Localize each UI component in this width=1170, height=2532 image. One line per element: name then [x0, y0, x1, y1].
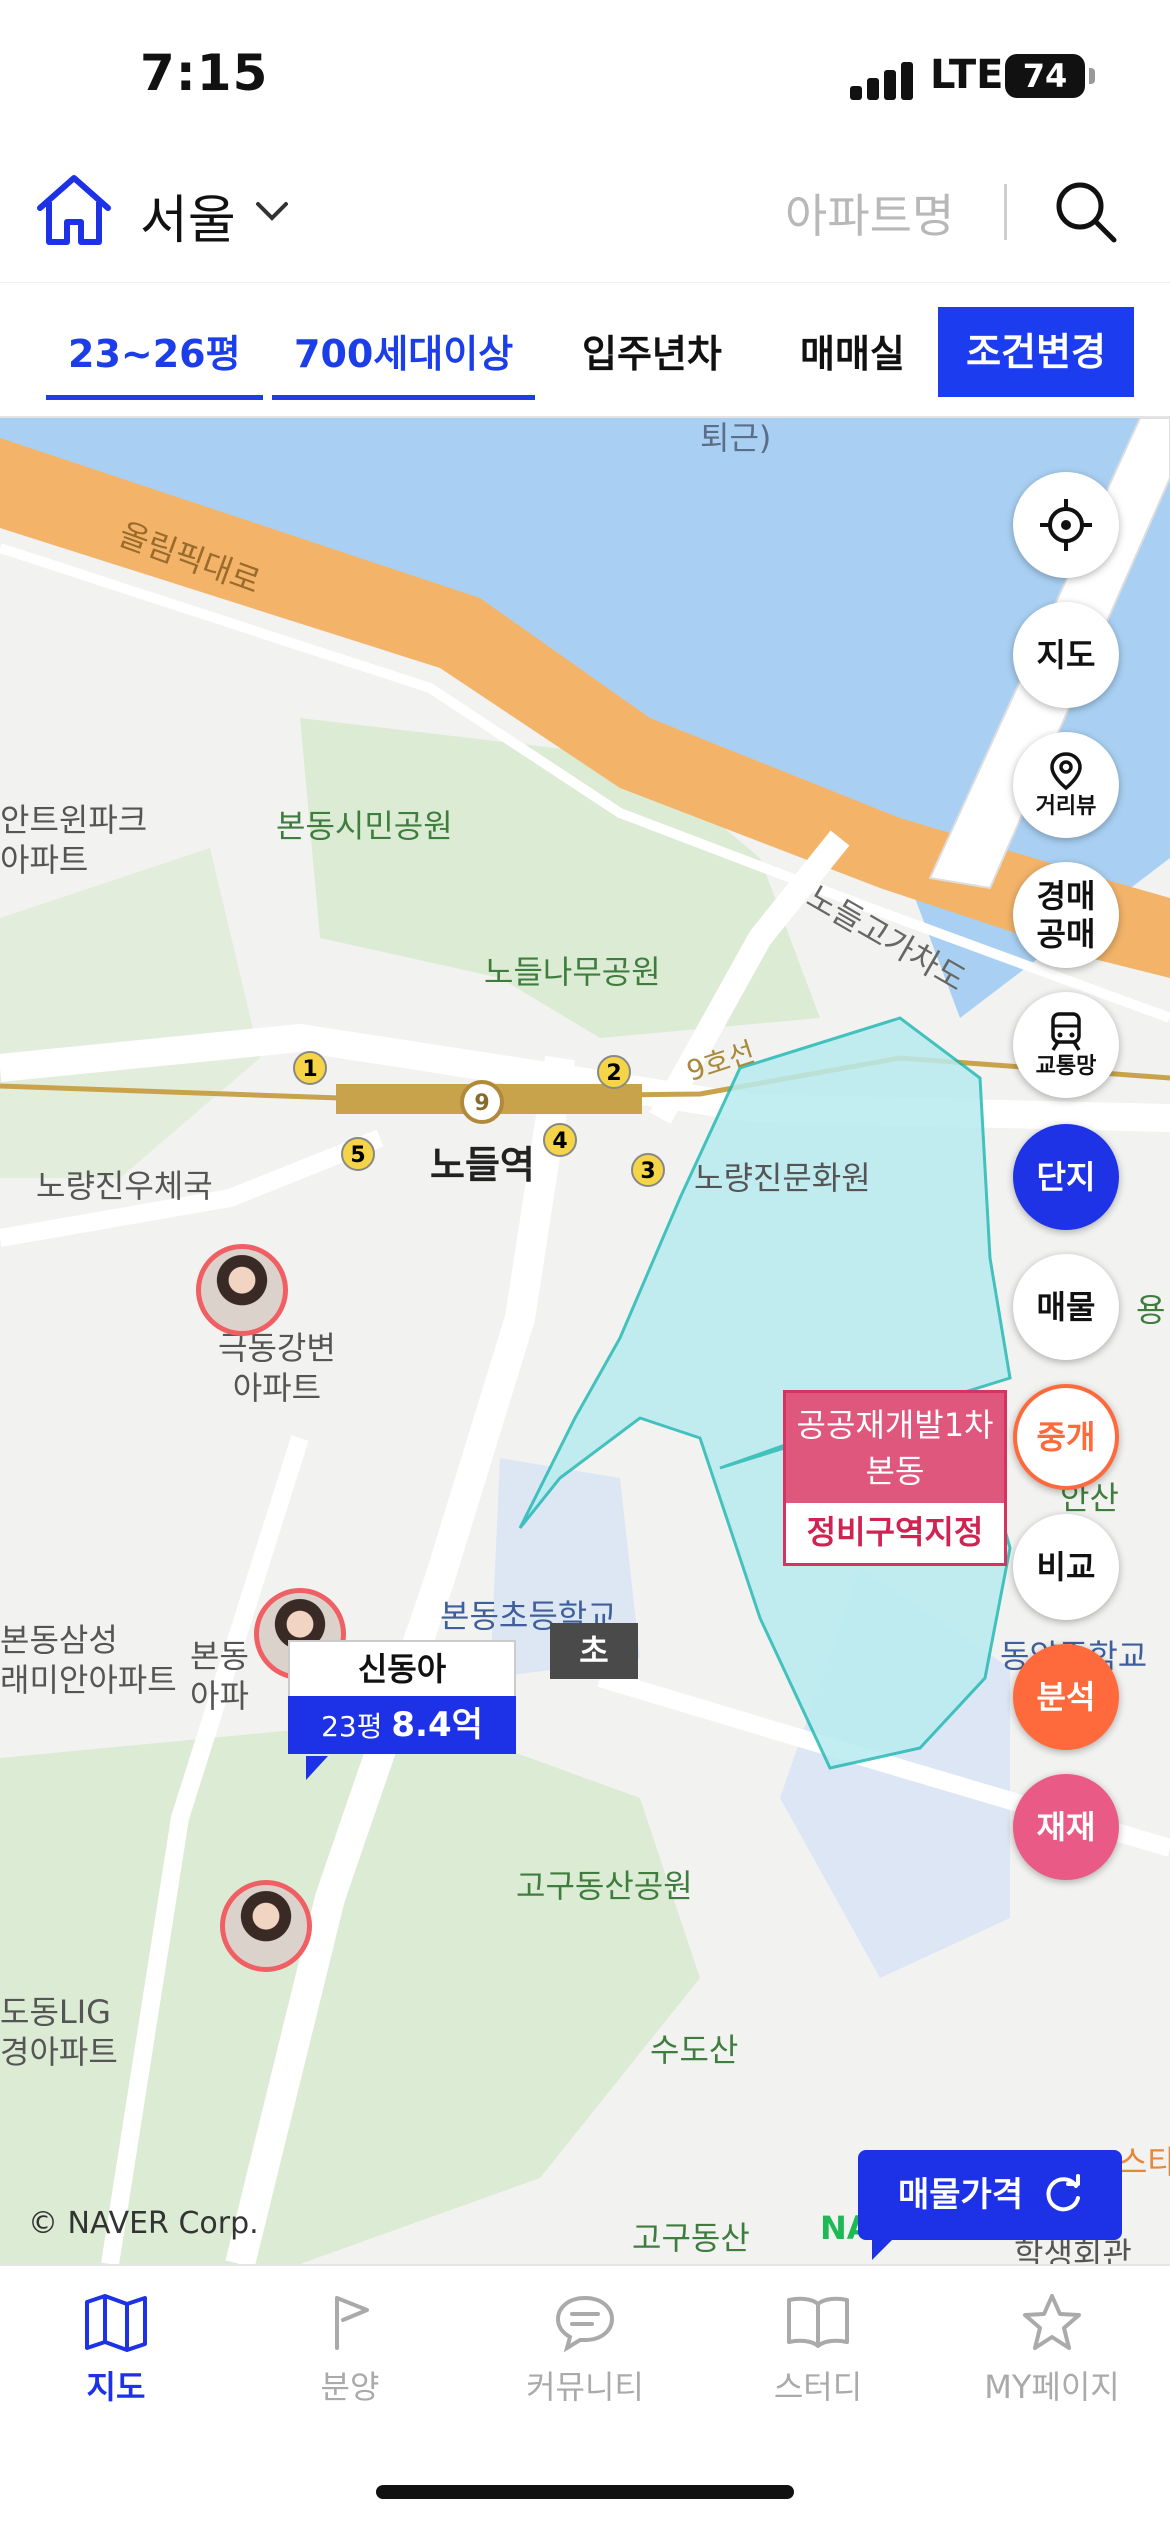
nav-study-label: 스터디 — [773, 2368, 863, 2406]
school-marker[interactable]: 초 — [550, 1623, 638, 1679]
map-view[interactable]: 올림픽대로 퇴근) 본동시민공원 노들나무공원 노들고가차도 9호선 노들역 노… — [0, 418, 1170, 2264]
change-condition-button[interactable]: 조건변경 — [938, 307, 1134, 397]
street-view-label: 거리뷰 — [1035, 793, 1097, 819]
compare-button[interactable]: 비교 — [1013, 1514, 1119, 1620]
map-icon — [85, 2294, 147, 2352]
exit-2-label: 2 — [606, 1061, 621, 1086]
rebuild-button[interactable]: 재재 — [1013, 1774, 1119, 1880]
status-bar: 7:15 LTE 74 — [0, 0, 1170, 150]
listing-price-button[interactable]: 매물가격 — [858, 2150, 1122, 2260]
current-location-button[interactable] — [1013, 472, 1119, 578]
filter-bar: 23~26평 700세대이상 입주년차 매매실 조건변경 — [0, 282, 1170, 418]
nav-presale[interactable]: 분양 — [250, 2292, 450, 2408]
apartment-marker[interactable]: 신동아 23평 8.4억 — [288, 1640, 516, 1780]
nav-mypage[interactable]: MY페이지 — [952, 2292, 1152, 2408]
nav-community[interactable]: 커뮤니티 — [485, 2292, 685, 2408]
listing-button[interactable]: 매물 — [1013, 1254, 1119, 1360]
station-exits: 1 2 3 4 5 9 — [293, 1051, 665, 1187]
broker-button[interactable]: 중개 — [1013, 1384, 1119, 1490]
nav-community-label: 커뮤니티 — [526, 2368, 644, 2406]
crosshair-icon — [1040, 499, 1092, 551]
refresh-icon — [1046, 2174, 1080, 2212]
exit-5-label: 5 — [350, 1143, 365, 1168]
star-icon — [1023, 2294, 1081, 2350]
book-icon — [787, 2296, 849, 2348]
map-type-button[interactable]: 지도 — [1013, 602, 1119, 708]
chevron-down-icon[interactable] — [254, 196, 290, 226]
filter-chip-households[interactable]: 700세대이상 — [271, 323, 536, 400]
flag-icon — [335, 2296, 369, 2350]
transit-label: 교통망 — [1035, 1053, 1097, 1079]
nav-presale-label: 분양 — [320, 2368, 380, 2406]
train-icon — [1051, 1012, 1081, 1051]
chat-icon — [555, 2295, 615, 2352]
apartment-search-input[interactable]: 아파트명 — [785, 180, 954, 246]
line9-badge: 9 — [474, 1091, 489, 1116]
exit-4-label: 4 — [552, 1129, 567, 1154]
nav-study[interactable]: 스터디 — [718, 2292, 918, 2408]
exit-3-label: 3 — [640, 1159, 655, 1184]
status-time: 7:15 — [140, 44, 269, 102]
filter-chip-trade[interactable]: 매매실 — [800, 323, 905, 378]
listing-price-label: 매물가격 — [898, 2175, 1024, 2215]
complex-button[interactable]: 단지 — [1013, 1124, 1119, 1230]
signal-icon — [850, 60, 920, 100]
network-type: LTE — [930, 52, 1004, 98]
filter-chip-year[interactable]: 입주년차 — [582, 323, 722, 378]
nav-map-label: 지도 — [86, 2368, 146, 2406]
broker-avatar[interactable] — [220, 1880, 312, 1972]
home-indicator[interactable] — [376, 2485, 794, 2499]
redevelopment-title: 공공재개발1차 본동 — [786, 1393, 1004, 1503]
nav-mypage-label: MY페이지 — [984, 2368, 1120, 2406]
broker-avatar[interactable] — [196, 1244, 288, 1336]
search-icon[interactable] — [1052, 178, 1118, 244]
transit-button[interactable]: 교통망 — [1013, 992, 1119, 1098]
filter-chip-size[interactable]: 23~26평 — [46, 323, 263, 400]
auction-button[interactable]: 경매 공매 — [1013, 862, 1119, 968]
redevelopment-marker[interactable]: 공공재개발1차 본동 정비구역지정 — [783, 1390, 1007, 1566]
location-pin-icon — [1050, 752, 1082, 791]
battery-icon: 74 — [1005, 54, 1095, 98]
header-divider — [1004, 184, 1007, 240]
nav-map[interactable]: 지도 — [16, 2292, 216, 2408]
apartment-price: 23평 8.4억 — [288, 1696, 516, 1754]
exit-1-label: 1 — [302, 1057, 317, 1082]
home-icon[interactable] — [34, 170, 114, 250]
map-copyright: © NAVER Corp. — [28, 2206, 259, 2241]
apartment-name: 신동아 — [288, 1640, 516, 1696]
street-view-button[interactable]: 거리뷰 — [1013, 732, 1119, 838]
redevelopment-status: 정비구역지정 — [806, 1513, 984, 1551]
analysis-button[interactable]: 분석 — [1013, 1644, 1119, 1750]
region-selector[interactable]: 서울 — [140, 178, 236, 253]
